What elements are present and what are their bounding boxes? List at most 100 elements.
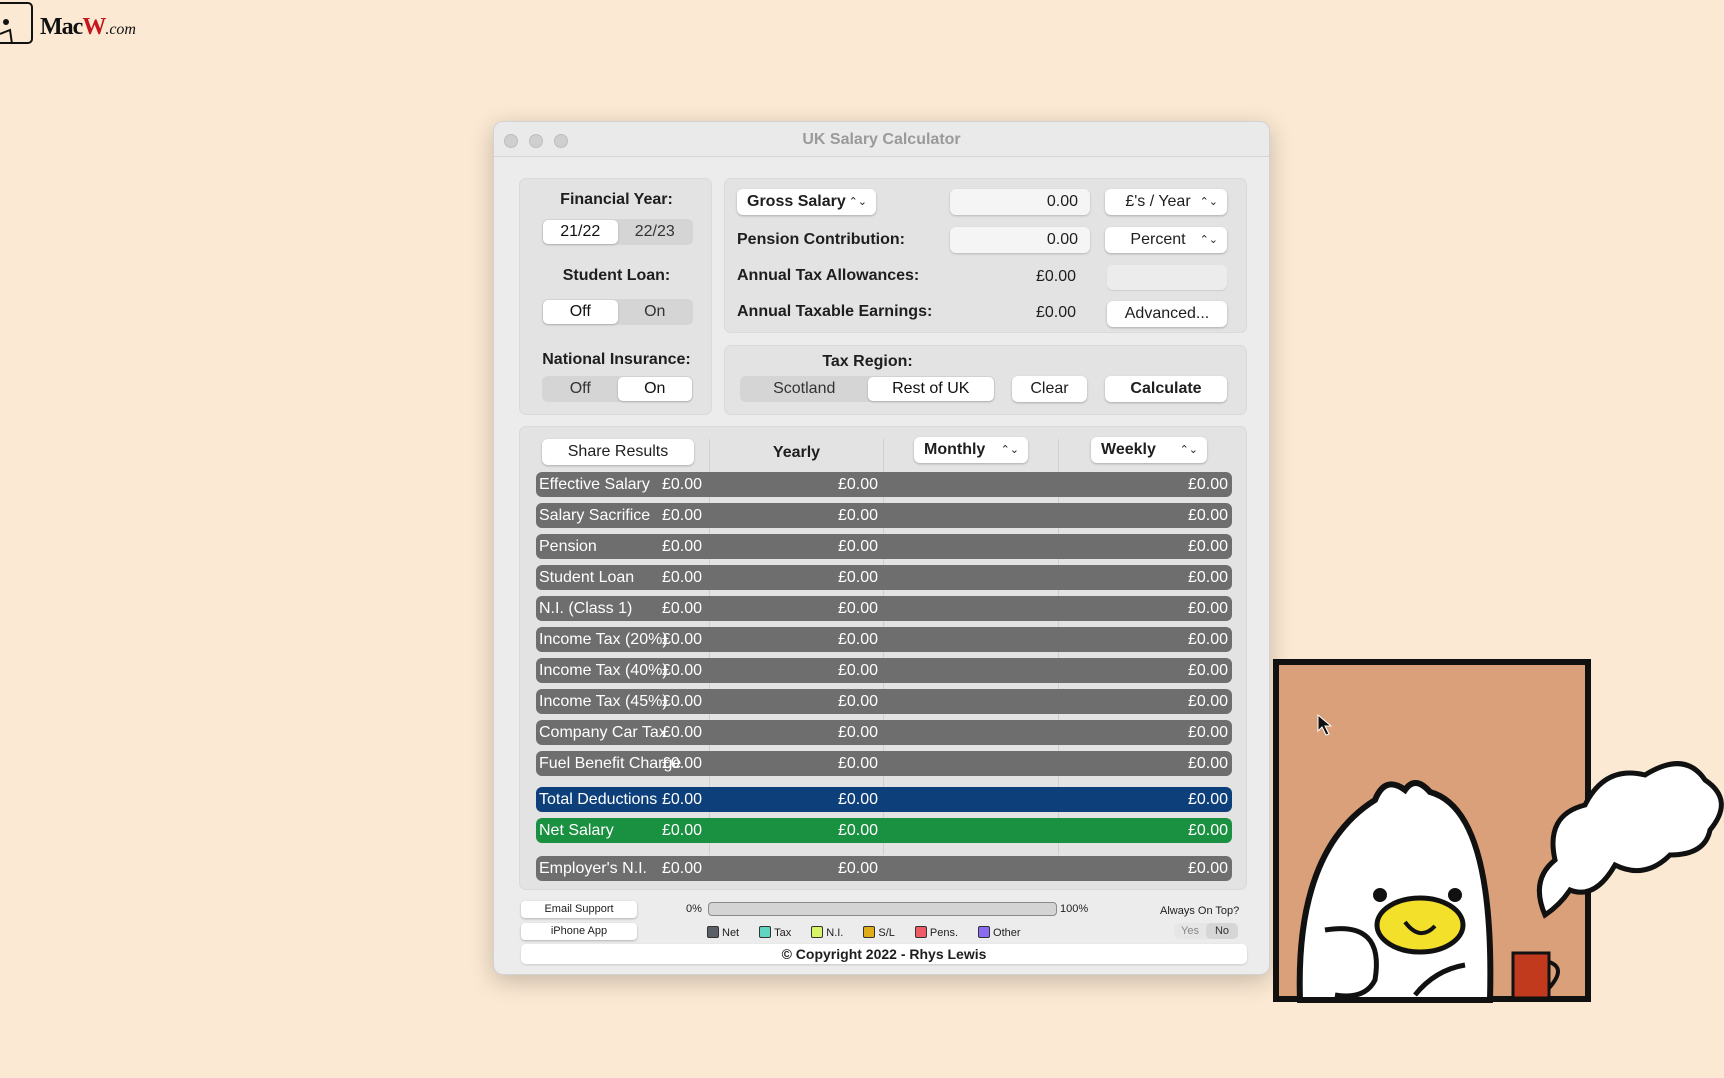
weekly-value: £0.00: [1187, 569, 1228, 586]
legend-label: Pens.: [929, 927, 959, 939]
yearly-value: £0.00: [661, 791, 702, 808]
legend-label: Other: [993, 927, 1021, 939]
weekly-label: Weekly: [1101, 441, 1156, 458]
taxable-earnings-value: £0.00: [1035, 304, 1076, 321]
result-row: Pension £0.00 £0.00 £0.00: [536, 534, 1232, 559]
row-label: Fuel Benefit Charge: [539, 755, 682, 772]
row-label: Net Salary: [539, 822, 614, 839]
zoom-button[interactable]: [554, 134, 568, 148]
row-label: Income Tax (20%): [539, 631, 668, 648]
salary-input[interactable]: 0.00: [950, 189, 1090, 215]
total-deductions-row: Total Deductions £0.00 £0.00 £0.00: [536, 787, 1232, 812]
monthly-label: Monthly: [924, 441, 986, 458]
monthly-value: £0.00: [837, 693, 878, 710]
ni-off[interactable]: Off: [543, 377, 618, 401]
close-button[interactable]: [504, 134, 518, 148]
student-loan-off[interactable]: Off: [543, 300, 618, 324]
weekly-value: £0.00: [1187, 822, 1228, 839]
updown-chevron-icon: ⌃⌄: [1179, 444, 1198, 456]
salary-type-value: Gross Salary: [747, 193, 846, 210]
national-insurance-label: National Insurance:: [542, 351, 691, 368]
row-label: Effective Salary: [539, 476, 650, 493]
weekly-value: £0.00: [1187, 476, 1228, 493]
monthly-value: £0.00: [837, 538, 878, 555]
yearly-value: £0.00: [661, 507, 702, 524]
pension-label: Pension Contribution:: [737, 231, 905, 248]
legend-label: Net: [722, 927, 740, 939]
result-row: Company Car Tax £0.00 £0.00 £0.00: [536, 720, 1232, 745]
always-on-top-no[interactable]: No: [1206, 923, 1238, 939]
weekly-value: £0.00: [1187, 755, 1228, 772]
advanced-button[interactable]: Advanced...: [1107, 301, 1227, 327]
result-row: Fuel Benefit Charge £0.00 £0.00 £0.00: [536, 751, 1232, 776]
progress-max-label: 100%: [1060, 903, 1089, 915]
student-loan-on[interactable]: On: [618, 300, 693, 324]
deductions-progress-bar: [708, 902, 1057, 916]
weekly-value: £0.00: [1187, 662, 1228, 679]
salary-calculator-window: UK Salary Calculator Financial Year: 21/…: [493, 121, 1270, 975]
salary-period-popup[interactable]: £'s / Year ⌃⌄: [1105, 189, 1227, 215]
legend-swatch: [978, 926, 991, 938]
yearly-value: £0.00: [661, 755, 702, 772]
updown-chevron-icon: ⌃⌄: [848, 196, 867, 208]
year-22-23[interactable]: 22/23: [618, 220, 693, 244]
calculate-button[interactable]: Calculate: [1105, 376, 1227, 402]
row-label: Income Tax (40%): [539, 662, 668, 679]
chart-legend: Net Tax N.I. S/L Pens. Other: [707, 926, 1021, 939]
share-results-button[interactable]: Share Results: [542, 439, 694, 465]
ni-on[interactable]: On: [617, 377, 692, 401]
legend-swatch: [759, 926, 772, 938]
updown-chevron-icon: ⌃⌄: [1000, 444, 1019, 456]
updown-chevron-icon: ⌃⌄: [1199, 234, 1218, 246]
legend-item: Tax: [759, 926, 791, 939]
monitor-logo-icon: [0, 2, 33, 45]
legend-item: Pens.: [914, 926, 959, 939]
results-panel: Share Results Yearly Monthly ⌃⌄ Weekly ⌃⌄ …: [519, 426, 1247, 890]
taxable-earnings-label: Annual Taxable Earnings:: [737, 303, 933, 320]
minimize-button[interactable]: [529, 134, 543, 148]
year-21-22[interactable]: 21/22: [543, 220, 618, 244]
always-on-top-label: Always On Top?: [1160, 905, 1240, 917]
inputs-panel: Gross Salary ⌃⌄ 0.00 £'s / Year ⌃⌄ Pension…: [724, 178, 1247, 333]
legend-item: N.I.: [811, 926, 843, 939]
allowances-label: Annual Tax Allowances:: [737, 267, 920, 284]
row-label: Pension: [539, 538, 597, 555]
legend-item: Other: [978, 926, 1021, 939]
monthly-value: £0.00: [837, 662, 878, 679]
clear-button[interactable]: Clear: [1012, 376, 1087, 402]
row-label: N.I. (Class 1): [539, 600, 633, 617]
salary-type-popup[interactable]: Gross Salary ⌃⌄: [737, 189, 876, 215]
net-salary-row: Net Salary £0.00 £0.00 £0.00: [536, 818, 1232, 843]
yearly-value: £0.00: [661, 724, 702, 741]
yearly-value: £0.00: [661, 600, 702, 617]
legend-swatch: [811, 926, 824, 938]
financial-year-segment: 21/22 22/23: [542, 219, 693, 245]
weekly-value: £0.00: [1187, 507, 1228, 524]
yearly-value: £0.00: [661, 662, 702, 679]
email-support-button[interactable]: Email Support: [521, 901, 637, 918]
region-scotland[interactable]: Scotland: [741, 377, 868, 401]
legend-swatch: [863, 926, 876, 938]
always-on-top-yes[interactable]: Yes: [1174, 923, 1206, 939]
result-row: Effective Salary £0.00 £0.00 £0.00: [536, 472, 1232, 497]
pension-input[interactable]: 0.00: [950, 227, 1090, 253]
pension-unit-popup[interactable]: Percent ⌃⌄: [1105, 227, 1227, 253]
tax-region-label: Tax Region:: [822, 353, 913, 370]
monthly-column-popup[interactable]: Monthly ⌃⌄: [914, 437, 1028, 463]
monthly-value: £0.00: [837, 791, 878, 808]
legend-item: Net: [707, 926, 739, 939]
result-row: Income Tax (20%) £0.00 £0.00 £0.00: [536, 627, 1232, 652]
monthly-value: £0.00: [837, 822, 878, 839]
monthly-value: £0.00: [837, 569, 878, 586]
tax-region-panel: Tax Region: Scotland Rest of UK Clear Ca…: [724, 345, 1247, 415]
monthly-value: £0.00: [837, 755, 878, 772]
row-label: Total Deductions: [539, 791, 658, 808]
weekly-value: £0.00: [1187, 693, 1228, 710]
legend-label: N.I.: [826, 927, 844, 939]
weekly-column-popup[interactable]: Weekly ⌃⌄: [1091, 437, 1207, 463]
iphone-app-button[interactable]: iPhone App: [521, 923, 637, 940]
monthly-value: £0.00: [837, 476, 878, 493]
updown-chevron-icon: ⌃⌄: [1199, 196, 1218, 208]
result-row: Income Tax (45%) £0.00 £0.00 £0.00: [536, 689, 1232, 714]
region-rest-of-uk[interactable]: Rest of UK: [867, 377, 994, 401]
